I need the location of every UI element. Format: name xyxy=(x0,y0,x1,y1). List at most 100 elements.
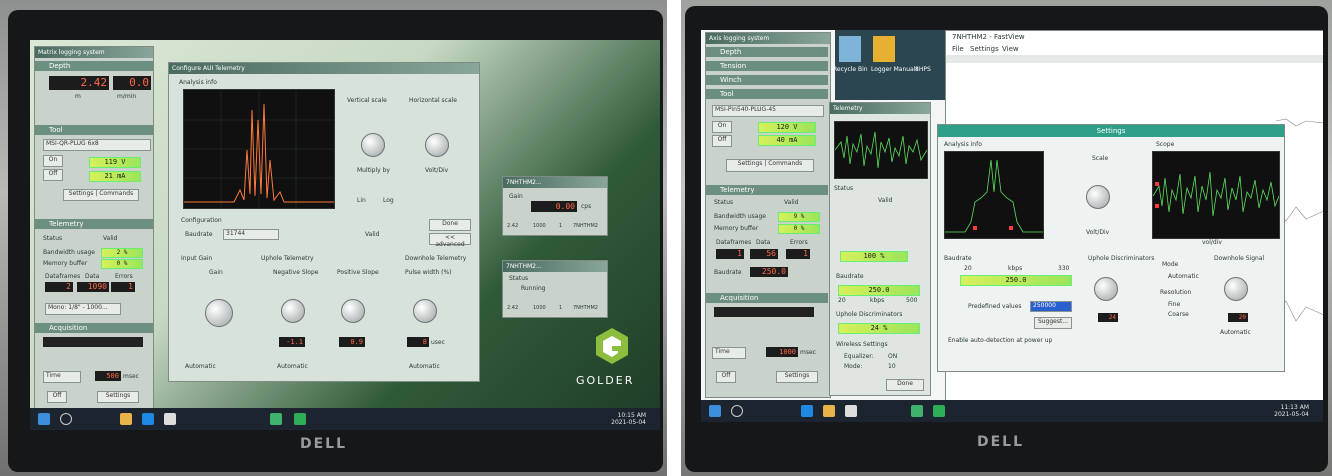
right-telemetry-status-value: Valid xyxy=(784,199,799,206)
left-tool-off-button[interactable]: Off xyxy=(43,169,63,181)
menu-settings[interactable]: Settings xyxy=(970,45,999,53)
right-bandwidth-value: 9 % xyxy=(778,212,820,222)
left-acq-settings-button[interactable]: Settings xyxy=(97,391,139,403)
right-acq-off-button[interactable]: Off xyxy=(716,371,736,383)
logger-manuals-label: Logger Manuals xyxy=(871,66,919,73)
recycle-bin-label: Recycle Bin xyxy=(833,66,868,73)
settings-downhole-automatic[interactable]: Automatic xyxy=(1220,329,1251,336)
gain-knob[interactable] xyxy=(205,299,233,327)
horizontal-scale-knob[interactable] xyxy=(425,133,449,157)
settings-baudrate-label: Baudrate xyxy=(944,255,972,262)
config-dialog-title: Configure AUI Telemetry xyxy=(169,63,479,74)
settings-baud-max: 330 xyxy=(1058,265,1070,272)
right-tool-off-button[interactable]: Off xyxy=(712,135,732,147)
telemetry-scope-trace xyxy=(834,131,928,169)
right-windows-start-icon[interactable] xyxy=(709,405,721,417)
settings-auto-detect-checkbox[interactable]: Enable auto-detection at power up xyxy=(948,337,1052,344)
vertical-scale-knob[interactable] xyxy=(361,133,385,157)
right-acquisition-section[interactable]: Acquisition xyxy=(706,293,828,303)
mini-window-1-footer-depth: 2.42 xyxy=(507,223,519,229)
right-taskbar-clock: 11:13 AM 2021-05-04 xyxy=(1274,404,1309,418)
left-acq-off-button[interactable]: Off xyxy=(47,391,67,403)
settings-predefined-select[interactable]: 250000 xyxy=(1030,301,1072,312)
uphole-automatic-checkbox[interactable]: Automatic xyxy=(277,363,308,370)
windows-start-icon[interactable] xyxy=(38,413,50,425)
bhps-label: 8HPS xyxy=(915,66,931,73)
store-icon[interactable] xyxy=(164,413,176,425)
right-tool-on-button[interactable]: On xyxy=(712,121,732,133)
right-settings-commands-button[interactable]: Settings | Commands xyxy=(726,159,814,172)
left-mode-select[interactable]: Mono: 1/8" - 1000... xyxy=(45,303,121,315)
config-advanced-button[interactable]: << advanced xyxy=(429,233,471,248)
explorer-icon[interactable] xyxy=(120,413,132,425)
menu-file[interactable]: File xyxy=(952,45,964,53)
search-icon[interactable] xyxy=(60,413,72,425)
menu-view[interactable]: View xyxy=(1002,45,1019,53)
left-tool-section[interactable]: Tool xyxy=(35,125,153,135)
settings-mode-automatic[interactable]: Automatic xyxy=(1168,273,1199,280)
left-time-select[interactable]: Time xyxy=(43,371,81,383)
fastview-toolbar xyxy=(946,55,1323,63)
mini-window-gain: 7NHTHM2... Gain 0.00 cps 2.42 1000 1 7NH… xyxy=(502,176,608,236)
config-done-button[interactable]: Done xyxy=(429,219,471,231)
mini-window-2-status-label: Status xyxy=(509,275,529,282)
left-sidebar-window: Matrix logging system Depth 2.42 0.0 m m… xyxy=(34,46,154,410)
mini-window-2-footer-count: 1 xyxy=(559,305,563,311)
edge-icon[interactable] xyxy=(142,413,154,425)
right-photo: Axis logging system Depth Tension Winch … xyxy=(681,0,1332,476)
settings-baud-unit: kbps xyxy=(1008,265,1023,272)
left-telemetry-section[interactable]: Telemetry xyxy=(35,219,153,229)
settings-scale-knob[interactable] xyxy=(1086,185,1110,209)
logger-manuals-icon[interactable] xyxy=(873,36,895,62)
right-clock-date: 2021-05-04 xyxy=(1274,411,1309,418)
wireless-settings-label: Wireless Settings xyxy=(836,341,888,348)
left-acquisition-section[interactable]: Acquisition xyxy=(35,323,153,333)
telemetry-panel-valid: Valid xyxy=(878,197,893,204)
right-store-icon[interactable] xyxy=(845,405,857,417)
app-icon[interactable] xyxy=(270,413,282,425)
left-header-dataframes: Dataframes xyxy=(45,273,81,280)
left-settings-commands-button[interactable]: Settings | Commands xyxy=(63,189,139,201)
left-time-value[interactable]: 500 xyxy=(95,371,121,381)
settings-suggest-button[interactable]: Suggest... xyxy=(1034,317,1072,329)
left-bandwidth-value: 2 % xyxy=(101,248,143,258)
right-time-value[interactable]: 1000 xyxy=(766,347,798,357)
scale-log-radio[interactable]: Log xyxy=(383,197,394,204)
logger-app-icon[interactable] xyxy=(294,413,306,425)
right-tab-depth[interactable]: Depth xyxy=(706,47,828,57)
right-tab-tension[interactable]: Tension xyxy=(706,61,828,71)
negative-slope-knob[interactable] xyxy=(281,299,305,323)
right-tab-tool[interactable]: Tool xyxy=(706,89,828,99)
left-tool-select[interactable]: MSI-QR-PLUG 6x8 xyxy=(43,139,151,151)
downhole-automatic-checkbox[interactable]: Automatic xyxy=(409,363,440,370)
right-search-icon[interactable] xyxy=(731,405,743,417)
left-depth-speed: 0.0 xyxy=(113,76,151,90)
recycle-bin-icon[interactable] xyxy=(839,36,861,62)
pulse-width-knob[interactable] xyxy=(413,299,437,323)
settings-baud-slider-value[interactable]: 250.0 xyxy=(960,275,1072,286)
right-telemetry-section[interactable]: Telemetry xyxy=(706,185,828,195)
config-baudrate-select[interactable]: 31744 xyxy=(223,229,279,240)
settings-resolution-coarse[interactable]: Coarse xyxy=(1168,311,1189,318)
mini-window-2-footer-name: 7NHTHM2 xyxy=(573,305,598,311)
settings-resolution-fine[interactable]: Fine xyxy=(1168,301,1180,308)
left-dataframes-value: 2 xyxy=(45,282,73,292)
telemetry-panel-done-button[interactable]: Done xyxy=(886,379,924,391)
right-app-icon[interactable] xyxy=(911,405,923,417)
right-tool-select[interactable]: MSI-Pin540-PLUG-45 xyxy=(712,105,824,117)
scale-lin-radio[interactable]: Lin xyxy=(357,197,366,204)
right-tab-winch[interactable]: Winch xyxy=(706,75,828,85)
positive-slope-knob[interactable] xyxy=(341,299,365,323)
mini-window-1-value: 0.00 xyxy=(531,201,577,212)
settings-uphole-knob[interactable] xyxy=(1094,277,1118,301)
pulse-width-unit: usec xyxy=(431,339,445,346)
left-depth-section[interactable]: Depth xyxy=(35,61,153,71)
right-edge-icon[interactable] xyxy=(801,405,813,417)
right-acq-settings-button[interactable]: Settings xyxy=(776,371,818,383)
gain-automatic-checkbox[interactable]: Automatic xyxy=(185,363,216,370)
right-explorer-icon[interactable] xyxy=(823,405,835,417)
right-time-select[interactable]: Time xyxy=(712,347,746,359)
left-tool-on-button[interactable]: On xyxy=(43,155,63,167)
settings-downhole-knob[interactable] xyxy=(1224,277,1248,301)
right-logger-app-icon[interactable] xyxy=(933,405,945,417)
